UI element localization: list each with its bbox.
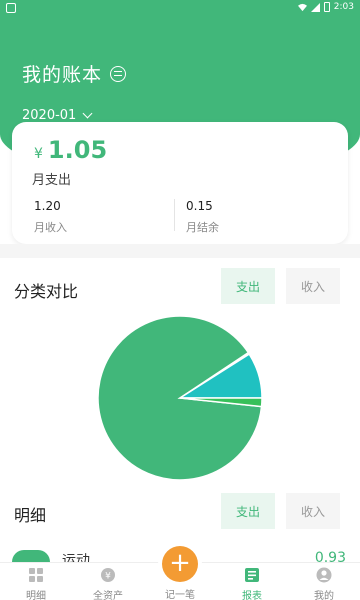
nav-label-profile: 我的 xyxy=(314,591,334,600)
category-tab-income[interactable]: 收入 xyxy=(286,268,340,304)
category-tab-expense[interactable]: 支出 xyxy=(221,268,275,304)
summary-card: ¥ 1.05 月支出 1.20 月收入 0.15 月结余 xyxy=(12,122,348,244)
currency-symbol: ¥ xyxy=(34,146,43,162)
notification-icon xyxy=(6,3,16,13)
signal-icon xyxy=(310,2,320,12)
month-selector[interactable]: 2020-01 xyxy=(22,108,93,123)
status-icons: 2:03 xyxy=(297,2,354,12)
asset-icon: ¥ xyxy=(101,568,115,582)
monthly-income: 1.20 月收入 xyxy=(34,199,67,235)
nav-label-detail: 明细 xyxy=(26,591,46,600)
ledger-title: 我的账本 xyxy=(22,64,103,86)
nav-item-profile[interactable]: 我的 xyxy=(288,563,360,600)
income-label: 月收入 xyxy=(34,221,67,234)
detail-tab-income[interactable]: 收入 xyxy=(286,493,340,529)
wifi-icon xyxy=(297,3,307,11)
nav-label-add: 记一笔 xyxy=(165,590,195,600)
battery-icon xyxy=(323,2,330,12)
nav-label-report: 报表 xyxy=(242,591,262,600)
report-icon xyxy=(245,568,259,582)
expense-amount: 1.05 xyxy=(47,136,108,164)
nav-item-assets[interactable]: ¥ 全资产 xyxy=(72,563,144,600)
nav-item-detail[interactable]: 明细 xyxy=(0,563,72,600)
month-label: 2020-01 xyxy=(22,108,77,123)
title-row[interactable]: 我的账本 xyxy=(22,60,127,87)
category-section-title: 分类对比 xyxy=(14,282,79,301)
pie-slices xyxy=(97,316,263,480)
nav-item-report[interactable]: 报表 xyxy=(216,563,288,600)
detail-section-title: 明细 xyxy=(14,506,47,525)
plus-icon: + xyxy=(169,548,191,578)
detail-tab-expense[interactable]: 支出 xyxy=(221,493,275,529)
category-pie-chart xyxy=(97,316,263,480)
grid-icon xyxy=(29,568,43,582)
balance-label: 月结余 xyxy=(186,221,219,234)
summary-divider xyxy=(174,199,175,231)
section-separator xyxy=(0,244,360,258)
status-bar: 2:03 xyxy=(0,0,360,16)
balance-amount: 0.15 xyxy=(186,199,213,213)
switch-ledger-icon[interactable] xyxy=(110,65,127,82)
expense-label: 月支出 xyxy=(32,173,72,188)
monthly-expense: ¥ 1.05 xyxy=(34,136,107,164)
profile-icon xyxy=(316,567,332,583)
add-record-button[interactable]: + xyxy=(162,546,198,582)
monthly-balance: 0.15 月结余 xyxy=(186,199,219,235)
chevron-down-icon xyxy=(82,108,93,119)
status-time: 2:03 xyxy=(333,2,354,12)
svg-text:¥: ¥ xyxy=(105,572,111,582)
nav-label-assets: 全资产 xyxy=(93,591,123,600)
income-amount: 1.20 xyxy=(34,199,61,213)
